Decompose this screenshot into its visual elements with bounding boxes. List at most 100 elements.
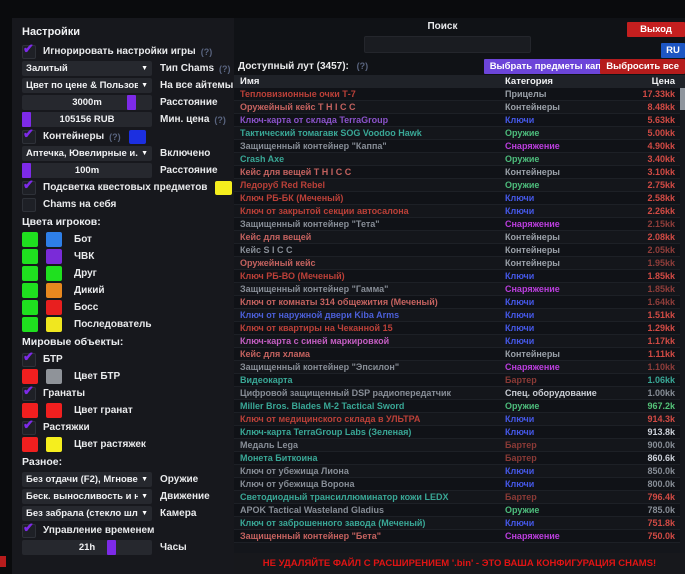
table-row[interactable]: Ключ-карта с синей маркировкойКлючи1.17k… [234, 335, 685, 348]
color-swatch-secondary[interactable] [46, 232, 62, 247]
slider-value: 105156 RUB [60, 114, 115, 125]
item-name: APOK Tactical Wasteland Gladius [234, 505, 505, 515]
table-row[interactable]: Медаль LegaБартер900.0k [234, 439, 685, 452]
table-row[interactable]: Тактический томагавк SOG Voodoo HawkОруж… [234, 127, 685, 140]
scrollbar-thumb[interactable] [680, 88, 685, 110]
color-swatch-primary[interactable] [22, 403, 38, 418]
table-row[interactable]: Светодиодный трансиллюминатор кожи LEDXБ… [234, 491, 685, 504]
table-row[interactable]: Ключ от наружной двери Kiba ArmsКлючи1.5… [234, 309, 685, 322]
table-row[interactable]: Кейс для вещейКонтейнеры2.08kk [234, 231, 685, 244]
slider[interactable]: 21h [22, 540, 152, 555]
table-row[interactable]: Кейс для вещей T H I C CКонтейнеры3.10kk [234, 166, 685, 179]
table-row[interactable]: Ключ от убежища ВоронаКлючи800.0k [234, 478, 685, 491]
help-icon[interactable]: (?) [109, 132, 121, 142]
help-icon[interactable]: (?) [201, 47, 213, 57]
table-row[interactable]: Цифровой защищенный DSP радиопередатчикС… [234, 387, 685, 400]
color-swatch-secondary[interactable] [46, 317, 62, 332]
table-row[interactable]: Crash AxeОружие3.40kk [234, 153, 685, 166]
slider-handle[interactable] [22, 112, 31, 127]
column-header-price[interactable]: Цена [623, 76, 685, 87]
dropdown[interactable]: Беск. выносливость и нет уста▼ [22, 489, 152, 504]
table-row[interactable]: Ключ РБ-БК (Меченый)Ключи2.58kk [234, 192, 685, 205]
color-swatch[interactable] [215, 181, 232, 195]
slider-handle[interactable] [127, 95, 136, 110]
checkbox[interactable]: ✔ [22, 130, 36, 144]
loot-panel: Поиск Выход RU Доступный лут (3457): (?)… [234, 18, 685, 574]
color-swatch[interactable] [129, 130, 146, 144]
color-swatch-primary[interactable] [22, 266, 38, 281]
color-swatch-secondary[interactable] [46, 266, 62, 281]
dropdown[interactable]: Без отдачи (F2), Мгновенное п▼ [22, 472, 152, 487]
color-swatch-secondary[interactable] [46, 403, 62, 418]
slider-handle[interactable] [107, 540, 116, 555]
slider-handle[interactable] [22, 163, 31, 178]
table-row[interactable]: Защищенный контейнер "Гамма"Снаряжение1.… [234, 283, 685, 296]
item-category: Ключи [505, 193, 623, 203]
scrollbar[interactable] [680, 88, 685, 553]
checkbox[interactable]: ✔ [22, 421, 36, 435]
color-swatch-primary[interactable] [22, 317, 38, 332]
color-swatch-secondary[interactable] [46, 437, 62, 452]
column-header-category[interactable]: Категория [505, 76, 623, 87]
slider[interactable]: 100m [22, 163, 152, 178]
table-row[interactable]: Защищенный контейнер "Каппа"Снаряжение4.… [234, 140, 685, 153]
language-button[interactable]: RU [661, 43, 685, 58]
table-row[interactable]: Кейс S I C CКонтейнеры2.05kk [234, 244, 685, 257]
checkbox[interactable]: ✔ [22, 181, 36, 195]
table-row[interactable]: Оружейный кейсКонтейнеры1.95kk [234, 257, 685, 270]
color-swatch-primary[interactable] [22, 300, 38, 315]
checkbox[interactable]: ✔ [22, 45, 36, 59]
table-row[interactable]: Ключ РБ-ВО (Меченый)Ключи1.85kk [234, 270, 685, 283]
table-row[interactable]: Ключ-карта TerraGroup Labs (Зеленая)Ключ… [234, 426, 685, 439]
table-row[interactable]: Ключ от комнаты 314 общежития (Меченый)К… [234, 296, 685, 309]
table-row[interactable]: Оружейный кейс T H I C CКонтейнеры8.48kk [234, 101, 685, 114]
dropdown[interactable]: Без забрала (стекло шлема)▼ [22, 506, 152, 521]
color-swatch-primary[interactable] [22, 369, 38, 384]
dropdown[interactable]: Цвет по цене & Пользователь▼ [22, 78, 152, 93]
checkbox[interactable] [22, 198, 36, 212]
table-row[interactable]: Ключ от медицинского склада в УЛЬТРАКлюч… [234, 413, 685, 426]
slider[interactable]: 105156 RUB [22, 112, 152, 127]
table-row[interactable]: Тепловизионные очки Т-7Прицелы17.33kk [234, 88, 685, 101]
item-category: Ключи [505, 115, 623, 125]
search-input[interactable] [364, 36, 531, 53]
discard-all-button[interactable]: Выбросить все [600, 59, 685, 74]
color-swatch-secondary[interactable] [46, 300, 62, 315]
slider[interactable]: 3000m [22, 95, 152, 110]
color-swatch-secondary[interactable] [46, 249, 62, 264]
help-icon[interactable]: (?) [357, 61, 369, 71]
color-swatch-primary[interactable] [22, 283, 38, 298]
item-category: Бартер [505, 453, 623, 463]
exit-button[interactable]: Выход [627, 22, 685, 37]
table-row[interactable]: Защищенный контейнер "Тета"Снаряжение2.1… [234, 218, 685, 231]
table-row[interactable]: Кейс для хламаКонтейнеры1.11kk [234, 348, 685, 361]
table-row[interactable]: ВидеокартаБартер1.06kk [234, 374, 685, 387]
table-row[interactable]: Ключ-карта от склада TerraGroupКлючи5.63… [234, 114, 685, 127]
color-swatch-primary[interactable] [22, 232, 38, 247]
color-swatch-secondary[interactable] [46, 283, 62, 298]
checkbox[interactable]: ✔ [22, 524, 36, 538]
color-swatch-secondary[interactable] [46, 369, 62, 384]
table-row[interactable] [234, 543, 685, 553]
help-icon[interactable]: (?) [219, 64, 231, 74]
checkbox[interactable]: ✔ [22, 353, 36, 367]
table-row[interactable]: Защищенный контейнер "Бета"Снаряжение750… [234, 530, 685, 543]
dropdown[interactable]: Аптечка, Ювелирные и...▼ [22, 146, 152, 161]
select-kappa-items-button[interactable]: Выбрать предметы каппа [484, 59, 618, 74]
table-row[interactable]: Защищенный контейнер "Эпсилон"Снаряжение… [234, 361, 685, 374]
dropdown-value: Без забрала (стекло шлема) [26, 508, 138, 519]
color-swatch-primary[interactable] [22, 437, 38, 452]
table-row[interactable]: Монета БиткоинаБартер860.6k [234, 452, 685, 465]
table-row[interactable]: Miller Bros. Blades M-2 Tactical SwordОр… [234, 400, 685, 413]
table-row[interactable]: Ледоруб Red RebelОружие2.75kk [234, 179, 685, 192]
table-row[interactable]: Ключ от заброшенного завода (Меченый)Клю… [234, 517, 685, 530]
table-row[interactable]: Ключ от квартиры на Чеканной 15Ключи1.29… [234, 322, 685, 335]
table-row[interactable]: Ключ от убежища ЛионаКлючи850.0k [234, 465, 685, 478]
dropdown[interactable]: Залитый▼ [22, 61, 152, 76]
help-icon[interactable]: (?) [214, 115, 226, 125]
table-row[interactable]: Ключ от закрытой секции автосалонаКлючи2… [234, 205, 685, 218]
checkbox[interactable]: ✔ [22, 387, 36, 401]
color-swatch-primary[interactable] [22, 249, 38, 264]
column-header-name[interactable]: Имя [234, 76, 505, 87]
table-row[interactable]: APOK Tactical Wasteland GladiusОружие785… [234, 504, 685, 517]
